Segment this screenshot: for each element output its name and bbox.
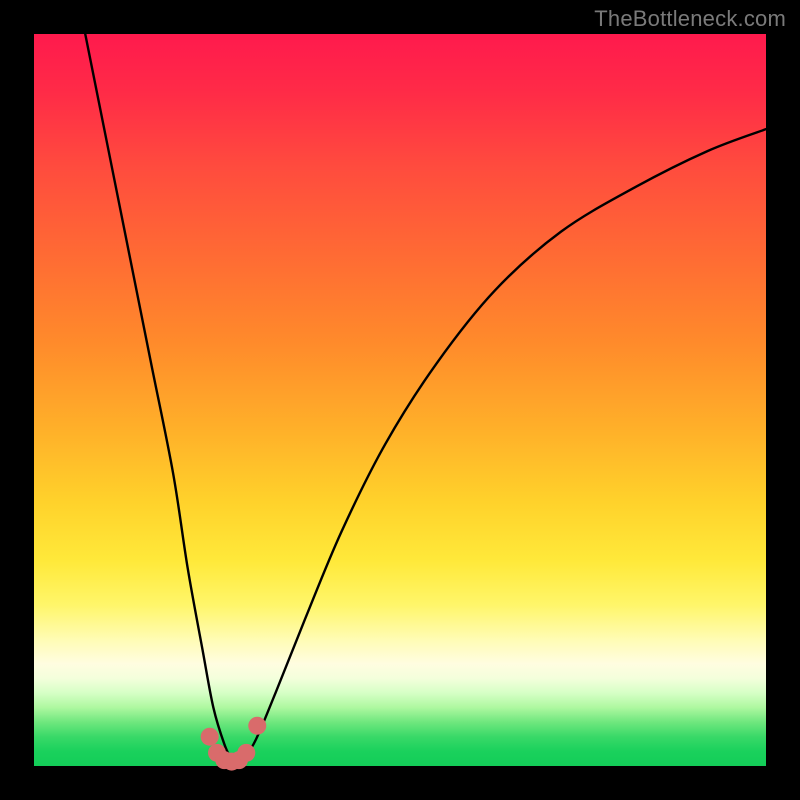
highlight-dot [237,744,255,762]
highlight-dot [248,717,266,735]
chart-frame: TheBottleneck.com [0,0,800,800]
highlight-dot [201,728,219,746]
plot-area [34,34,766,766]
watermark-text: TheBottleneck.com [594,6,786,32]
bottleneck-curve [85,34,766,761]
curve-svg [34,34,766,766]
highlight-dots [201,717,267,771]
